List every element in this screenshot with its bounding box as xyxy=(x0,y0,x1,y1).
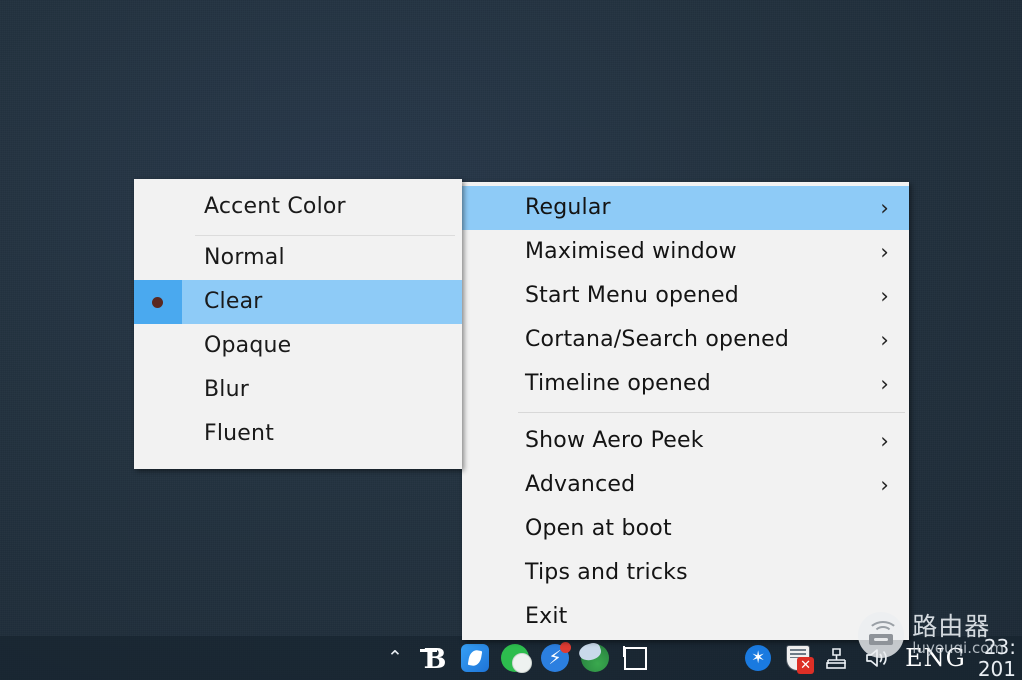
menu-item-label: Show Aero Peek xyxy=(525,428,704,453)
bluetooth-glyph: ✶ xyxy=(745,645,771,671)
menu-item-label: Cortana/Search opened xyxy=(525,327,789,352)
accent-option-clear[interactable]: Clear xyxy=(134,280,462,324)
wechat-icon[interactable] xyxy=(500,643,530,673)
menu-item-regular[interactable]: Regular › xyxy=(462,186,909,230)
menu-item-label: Timeline opened xyxy=(525,371,711,396)
menu-item-exit[interactable]: Exit xyxy=(462,595,909,639)
clock-date: 201 xyxy=(978,658,1016,680)
system-tray: ✶ ✕ ENG 23: 201 xyxy=(743,636,1018,680)
chevron-right-icon: › xyxy=(880,463,889,507)
task-view-icon[interactable] xyxy=(620,643,650,673)
globe-app-icon[interactable] xyxy=(580,643,610,673)
tail-glyph xyxy=(623,646,625,657)
show-hidden-icons-button[interactable]: ⌃ xyxy=(380,643,410,673)
option-icon-slot xyxy=(134,368,182,412)
accent-option-normal[interactable]: Normal xyxy=(134,236,462,280)
security-shield-icon[interactable]: ✕ xyxy=(783,643,813,673)
accent-option-label: Blur xyxy=(204,377,249,402)
menu-item-label: Maximised window xyxy=(525,239,737,264)
accent-option-blur[interactable]: Blur xyxy=(134,368,462,412)
lightning-glyph: ⚡ xyxy=(548,647,561,669)
shield-glyph: ✕ xyxy=(786,645,810,671)
square-glyph xyxy=(624,647,647,670)
network-icon[interactable] xyxy=(823,643,853,673)
error-x-glyph: ✕ xyxy=(797,657,814,674)
chevron-right-icon: › xyxy=(880,274,889,318)
menu-item-start-menu-opened[interactable]: Start Menu opened › xyxy=(462,274,909,318)
typora-b-icon[interactable]: B xyxy=(420,643,450,673)
accent-color-submenu: Accent Color Normal Clear Opaque Blur Fl… xyxy=(134,179,462,469)
accent-option-label: Normal xyxy=(204,245,285,270)
pen-badge xyxy=(461,644,489,672)
menu-item-tips-and-tricks[interactable]: Tips and tricks xyxy=(462,551,909,595)
note-app-icon[interactable] xyxy=(460,643,490,673)
bluetooth-icon[interactable]: ✶ xyxy=(743,643,773,673)
accent-option-fluent[interactable]: Fluent xyxy=(134,412,462,456)
letter-b-glyph: B xyxy=(424,646,447,673)
menu-item-label: Start Menu opened xyxy=(525,283,739,308)
network-glyph xyxy=(824,646,852,670)
globe-badge xyxy=(581,644,609,672)
volume-icon[interactable] xyxy=(863,643,893,673)
clock[interactable]: 23: 201 xyxy=(978,636,1018,680)
menu-item-label: Regular xyxy=(525,195,611,220)
accent-option-opaque[interactable]: Opaque xyxy=(134,324,462,368)
speaker-glyph xyxy=(864,646,892,670)
chevron-right-icon: › xyxy=(880,419,889,463)
tray-context-menu: Regular › Maximised window › Start Menu … xyxy=(462,182,909,640)
menu-item-show-aero-peek[interactable]: Show Aero Peek › xyxy=(462,419,909,463)
menu-item-label: Tips and tricks xyxy=(525,560,688,585)
chevron-right-icon: › xyxy=(880,230,889,274)
option-icon-slot xyxy=(134,236,182,280)
chevron-right-icon: › xyxy=(880,186,889,230)
menu-separator xyxy=(518,412,905,413)
option-icon-slot xyxy=(134,280,182,324)
menu-item-label: Exit xyxy=(525,604,567,629)
accent-color-header: Accent Color xyxy=(134,179,462,235)
menu-item-label: Open at boot xyxy=(525,516,672,541)
wechat-bubble xyxy=(501,644,529,672)
notification-dot xyxy=(560,642,571,653)
menu-item-advanced[interactable]: Advanced › xyxy=(462,463,909,507)
radio-selected-icon xyxy=(152,297,163,308)
menu-item-label: Advanced xyxy=(525,472,635,497)
chevron-right-icon: › xyxy=(880,362,889,406)
accent-option-label: Clear xyxy=(204,289,263,314)
baidu-browser-icon[interactable]: ⚡ xyxy=(540,643,570,673)
menu-item-maximised-window[interactable]: Maximised window › xyxy=(462,230,909,274)
option-icon-slot xyxy=(134,324,182,368)
menu-item-timeline-opened[interactable]: Timeline opened › xyxy=(462,362,909,406)
desktop: Regular › Maximised window › Start Menu … xyxy=(0,0,1022,680)
accent-option-label: Opaque xyxy=(204,333,291,358)
clock-time: 23: xyxy=(978,636,1016,658)
chevron-right-icon: › xyxy=(880,318,889,362)
menu-item-cortana-search-opened[interactable]: Cortana/Search opened › xyxy=(462,318,909,362)
chevron-up-icon: ⌃ xyxy=(387,649,403,668)
option-icon-slot xyxy=(134,412,182,456)
taskbar-icon-group: ⌃ B ⚡ xyxy=(380,636,650,680)
menu-item-open-at-boot[interactable]: Open at boot xyxy=(462,507,909,551)
accent-option-label: Fluent xyxy=(204,421,274,446)
language-indicator[interactable]: ENG xyxy=(903,644,968,672)
lightning-badge: ⚡ xyxy=(541,644,569,672)
